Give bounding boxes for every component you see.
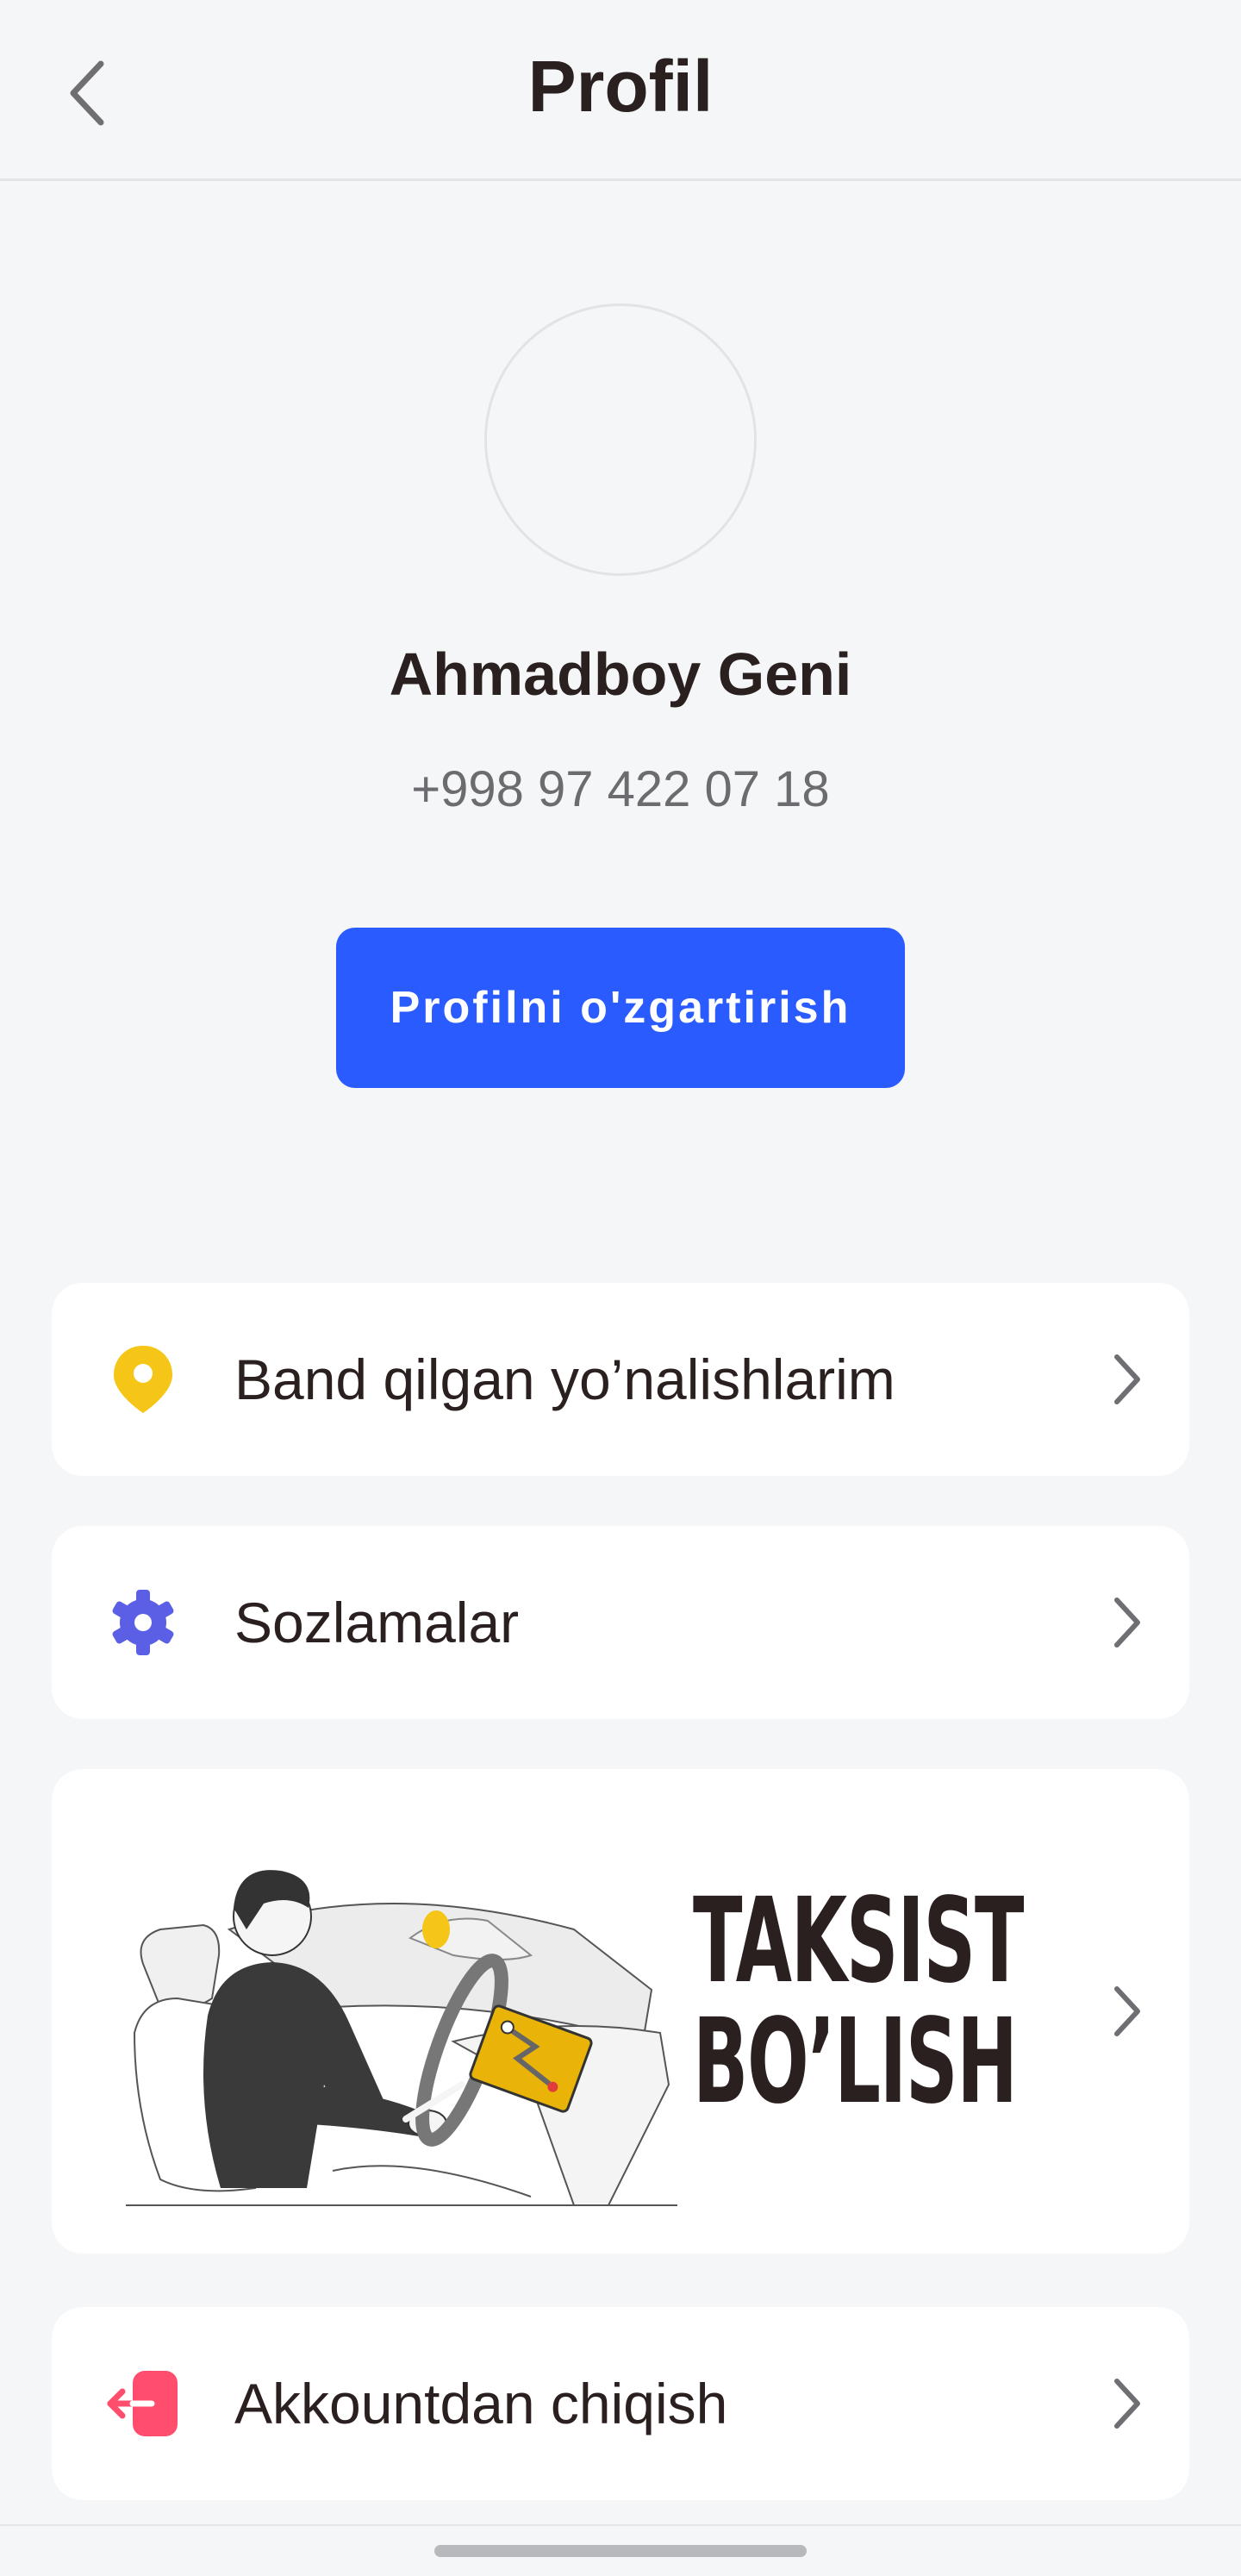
logout-icon bbox=[102, 2362, 184, 2445]
gear-icon bbox=[102, 1581, 184, 1664]
banner-title-line2: BO’LISH bbox=[693, 1994, 1018, 2130]
chevron-right-icon bbox=[1101, 1977, 1153, 2046]
taxi-driver-illustration bbox=[126, 1870, 677, 2206]
chevron-right-icon bbox=[1101, 1345, 1153, 1414]
menu-item-booked-routes[interactable]: Band qilgan yo’nalishlarim bbox=[52, 1283, 1189, 1476]
edit-profile-button[interactable]: Profilni o'zgartirish bbox=[336, 928, 905, 1088]
menu-item-settings[interactable]: Sozlamalar bbox=[52, 1526, 1189, 1719]
location-pin-icon bbox=[102, 1338, 184, 1421]
home-indicator[interactable] bbox=[434, 2545, 807, 2557]
chevron-right-icon bbox=[1101, 2369, 1153, 2438]
become-taxi-driver-banner[interactable]: TAKSIST BO’LISH bbox=[52, 1769, 1189, 2254]
chevron-right-icon bbox=[1101, 1588, 1153, 1657]
banner-title: TAKSIST BO’LISH bbox=[693, 1873, 1024, 2130]
banner-title-line1: TAKSIST bbox=[693, 1873, 1024, 2010]
top-bar: Profil bbox=[0, 0, 1241, 181]
user-phone: +998 97 422 07 18 bbox=[411, 761, 830, 817]
user-name: Ahmadboy Geni bbox=[389, 641, 852, 708]
menu-item-label: Band qilgan yo’nalishlarim bbox=[234, 1347, 895, 1411]
menu-item-logout[interactable]: Akkountdan chiqish bbox=[52, 2307, 1189, 2500]
avatar[interactable] bbox=[484, 303, 757, 576]
menu-item-label: Akkountdan chiqish bbox=[234, 2372, 728, 2435]
page-title: Profil bbox=[527, 46, 714, 127]
divider bbox=[0, 2524, 1241, 2526]
menu-item-label: Sozlamalar bbox=[234, 1591, 520, 1654]
